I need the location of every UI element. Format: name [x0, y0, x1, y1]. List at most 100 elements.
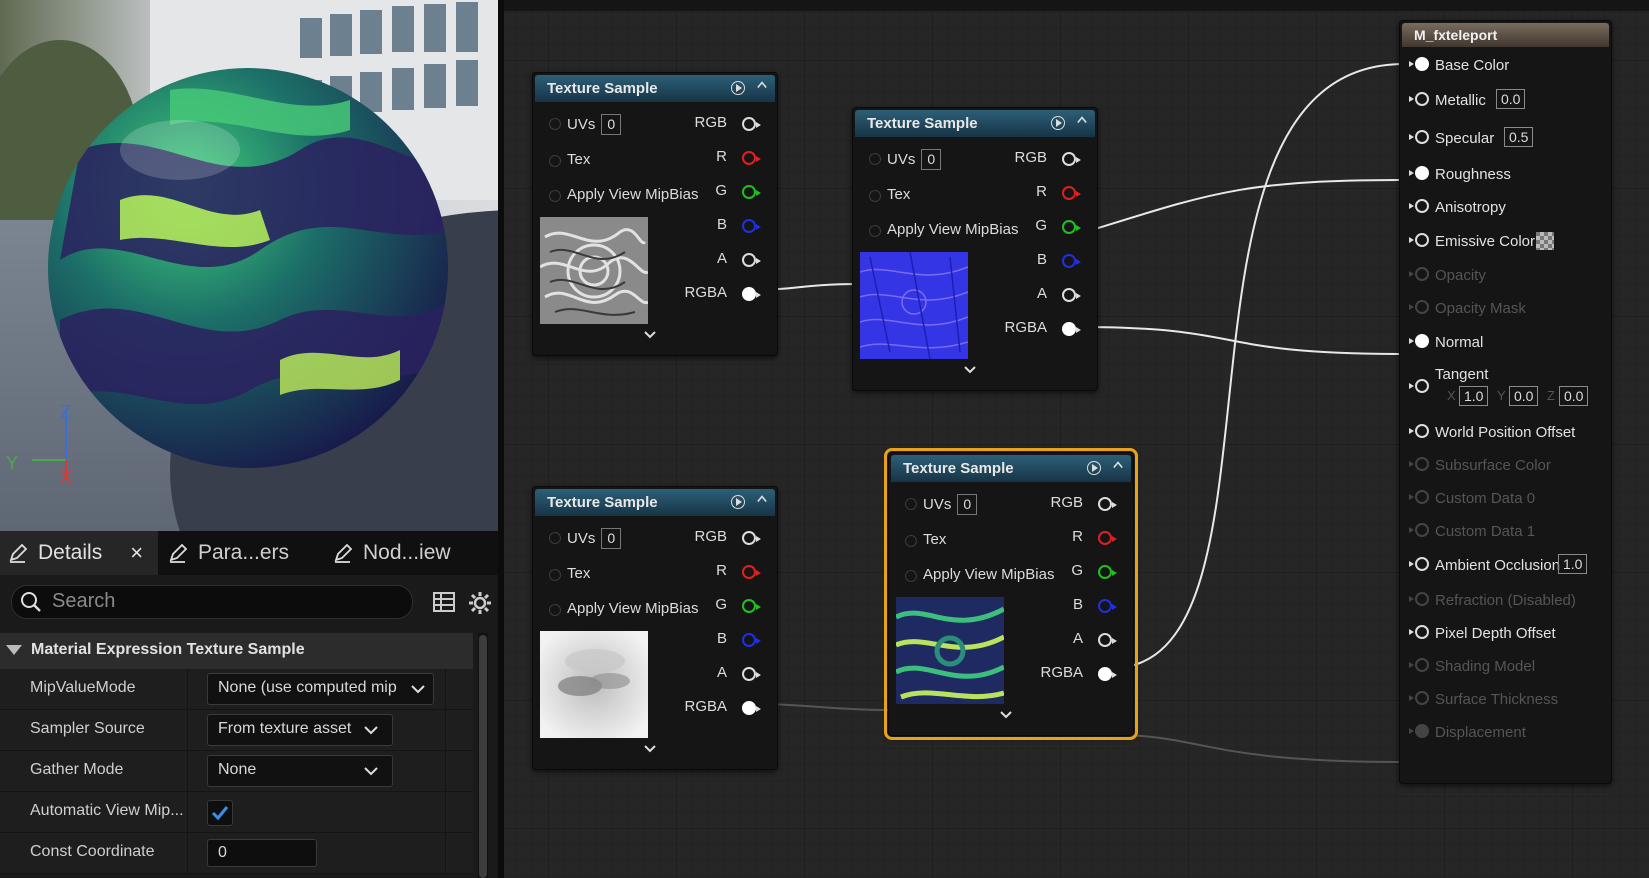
output-pin-g[interactable] — [742, 599, 761, 613]
input-pin[interactable] — [1409, 424, 1429, 438]
output-pin-g[interactable] — [1062, 220, 1081, 234]
uvs-value-box[interactable]: 0 — [601, 114, 622, 135]
material-result-node[interactable]: M_fxteleport Base Color Metallic 0.0 Spec… — [1399, 20, 1612, 784]
output-pin-b[interactable] — [1098, 599, 1117, 613]
output-pin-rgb[interactable] — [1062, 152, 1081, 166]
checker-swatch-icon[interactable] — [1536, 232, 1554, 250]
input-pin[interactable] — [549, 532, 561, 544]
input-pin[interactable] — [905, 498, 917, 510]
input-pin[interactable] — [1409, 130, 1429, 144]
category-header[interactable]: Material Expression Texture Sample — [0, 633, 473, 669]
input-pin[interactable] — [1409, 199, 1429, 213]
const-coordinate-input[interactable]: 0 — [207, 839, 317, 867]
output-pin-a[interactable] — [1098, 633, 1117, 647]
output-pin-a[interactable] — [1062, 288, 1081, 302]
output-pin-a[interactable] — [742, 253, 761, 267]
input-pin[interactable] — [1409, 557, 1429, 571]
wire — [1111, 63, 1405, 669]
input-pin[interactable] — [1409, 57, 1429, 71]
input-pin[interactable] — [549, 604, 561, 616]
output-pin-r[interactable] — [1062, 186, 1081, 200]
output-pin-b[interactable] — [742, 633, 761, 647]
preview-toggle-icon[interactable] — [731, 495, 745, 509]
material-node-header[interactable]: M_fxteleport — [1402, 23, 1609, 47]
expand-chevron-icon[interactable] — [1000, 711, 1012, 719]
pencil-icon — [169, 543, 188, 563]
input-pin[interactable] — [1409, 625, 1429, 639]
output-pin-b[interactable] — [1062, 254, 1081, 268]
close-icon[interactable]: × — [130, 540, 143, 566]
expand-chevron-icon[interactable] — [964, 366, 976, 374]
output-pin-b[interactable] — [742, 219, 761, 233]
input-pin[interactable] — [549, 569, 561, 581]
tangent-z-value[interactable]: 0.0 — [1559, 386, 1589, 406]
output-pin-g[interactable] — [1098, 565, 1117, 579]
chevron-up-icon[interactable] — [757, 494, 767, 504]
input-pin[interactable] — [905, 535, 917, 547]
expand-chevron-icon[interactable] — [644, 331, 656, 339]
input-pin[interactable] — [869, 153, 881, 165]
output-pin-a[interactable] — [742, 667, 761, 681]
input-pin[interactable] — [869, 190, 881, 202]
tab-node-preview[interactable]: Nod...iew — [325, 531, 495, 575]
output-label: R — [1072, 528, 1083, 545]
texture-sample-node-selected[interactable]: Texture Sample UVs 0 Tex Apply View MipBi… — [884, 448, 1138, 740]
input-pin[interactable] — [549, 118, 561, 130]
material-preview-viewport[interactable]: Z Y X — [0, 0, 498, 531]
preview-toggle-icon[interactable] — [1051, 116, 1065, 130]
input-pin[interactable] — [1409, 233, 1429, 247]
metallic-value[interactable]: 0.0 — [1496, 89, 1526, 109]
expand-chevron-icon[interactable] — [644, 745, 656, 753]
node-header[interactable]: Texture Sample — [535, 75, 775, 102]
tangent-x-value[interactable]: 1.0 — [1459, 386, 1489, 406]
chevron-up-icon[interactable] — [1077, 115, 1087, 125]
input-pin[interactable] — [549, 155, 561, 167]
input-pin[interactable] — [1409, 166, 1429, 180]
tab-parameters[interactable]: Para...ers — [160, 531, 320, 575]
input-pin[interactable] — [549, 190, 561, 202]
node-header[interactable]: Texture Sample — [891, 455, 1131, 482]
input-pin[interactable] — [1409, 379, 1429, 393]
texture-sample-node[interactable]: Texture Sample UVs 0 Tex Apply View MipBi… — [532, 486, 778, 770]
input-pin[interactable] — [1409, 92, 1429, 106]
tab-details[interactable]: Details × — [0, 531, 158, 575]
sampler-source-dropdown[interactable]: From texture asset — [207, 714, 393, 746]
ambient-occlusion-value[interactable]: 1.0 — [1558, 554, 1588, 574]
uvs-value-box[interactable]: 0 — [921, 149, 942, 170]
preview-toggle-icon[interactable] — [1087, 461, 1101, 475]
input-pin[interactable] — [869, 225, 881, 237]
output-pin-rgba[interactable] — [1062, 322, 1081, 336]
input-pin[interactable] — [1409, 334, 1429, 348]
output-pin-rgb[interactable] — [1098, 497, 1117, 511]
texture-sample-node[interactable]: Texture Sample UVs 0 Tex Apply View MipBi… — [852, 107, 1098, 391]
chevron-up-icon[interactable] — [1113, 460, 1123, 470]
input-pin[interactable] — [905, 570, 917, 582]
output-pin-rgba[interactable] — [742, 287, 761, 301]
output-pin-rgba[interactable] — [1098, 667, 1117, 681]
output-label: R — [716, 148, 727, 165]
output-pin-rgba[interactable] — [742, 701, 761, 715]
search-input[interactable]: Search — [11, 585, 413, 619]
automatic-view-mip-checkbox[interactable] — [207, 800, 233, 826]
output-pin-r[interactable] — [742, 151, 761, 165]
output-pin-r[interactable] — [1098, 531, 1117, 545]
output-pin-r[interactable] — [742, 565, 761, 579]
gather-mode-dropdown[interactable]: None — [207, 755, 393, 787]
table-view-icon[interactable] — [432, 591, 456, 613]
output-pin-rgb[interactable] — [742, 531, 761, 545]
preview-toggle-icon[interactable] — [731, 81, 745, 95]
uvs-value-box[interactable]: 0 — [601, 528, 622, 549]
tangent-y-value[interactable]: 0.0 — [1509, 386, 1539, 406]
node-header[interactable]: Texture Sample — [855, 110, 1095, 137]
output-label: B — [1036, 251, 1047, 268]
gear-icon[interactable] — [468, 591, 492, 615]
scrollbar-thumb[interactable] — [479, 635, 487, 878]
specular-value[interactable]: 0.5 — [1504, 127, 1534, 147]
output-pin-rgb[interactable] — [742, 117, 761, 131]
chevron-up-icon[interactable] — [757, 80, 767, 90]
uvs-value-box[interactable]: 0 — [957, 494, 978, 515]
mip-value-mode-dropdown[interactable]: None (use computed mip — [207, 673, 434, 705]
texture-sample-node[interactable]: Texture Sample UVs 0 Tex Apply View MipBi… — [532, 72, 778, 356]
output-pin-g[interactable] — [742, 185, 761, 199]
node-header[interactable]: Texture Sample — [535, 489, 775, 516]
